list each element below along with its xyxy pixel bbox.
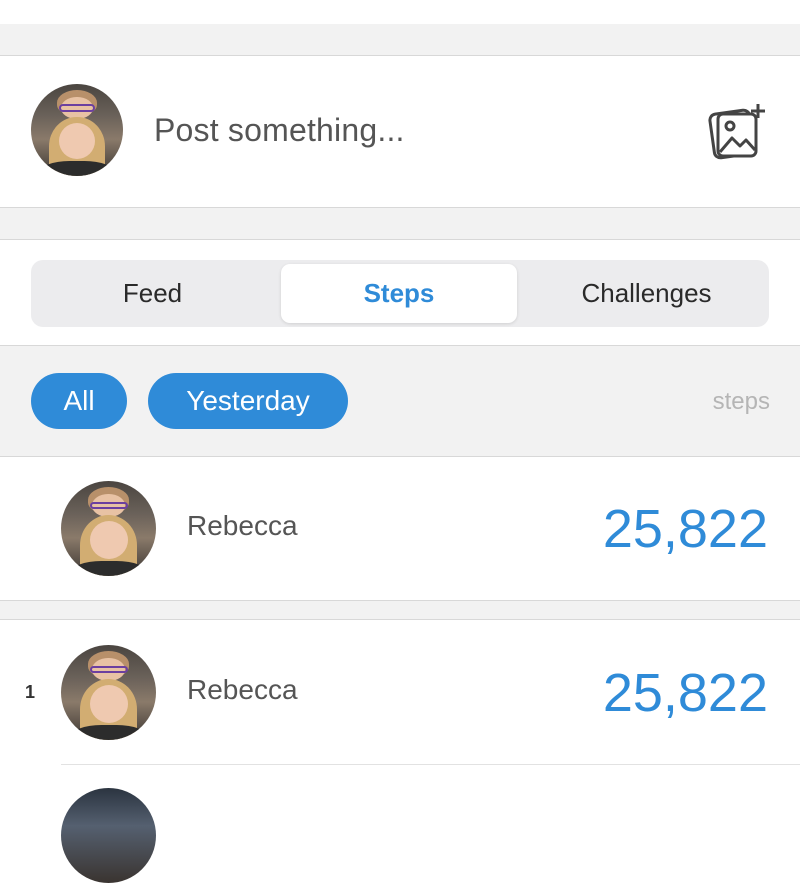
section-spacer (0, 208, 800, 239)
step-count: 25,822 (602, 663, 768, 723)
tab-bar: Feed Steps Challenges (31, 260, 769, 327)
tab-steps[interactable]: Steps (281, 264, 517, 323)
filter-period-button[interactable]: Yesterday (148, 373, 348, 429)
composer-avatar (31, 84, 123, 176)
user-name: Rebecca (187, 510, 298, 541)
step-count: 25,822 (602, 499, 768, 559)
avatar (61, 481, 156, 576)
steps-unit-label: steps (712, 388, 770, 415)
filter-all-button[interactable]: All (31, 373, 127, 429)
avatar (61, 788, 156, 883)
tab-challenges[interactable]: Challenges (524, 260, 769, 327)
top-spacer (0, 24, 800, 56)
avatar (61, 645, 156, 740)
post-placeholder[interactable]: Post something... (154, 112, 405, 149)
tab-feed[interactable]: Feed (31, 260, 274, 327)
row-divider (61, 764, 800, 765)
divider (0, 239, 800, 240)
rank-number: 1 (25, 682, 36, 702)
section-spacer (0, 601, 800, 619)
add-photo-icon[interactable] (706, 102, 766, 162)
user-name: Rebecca (187, 674, 298, 705)
